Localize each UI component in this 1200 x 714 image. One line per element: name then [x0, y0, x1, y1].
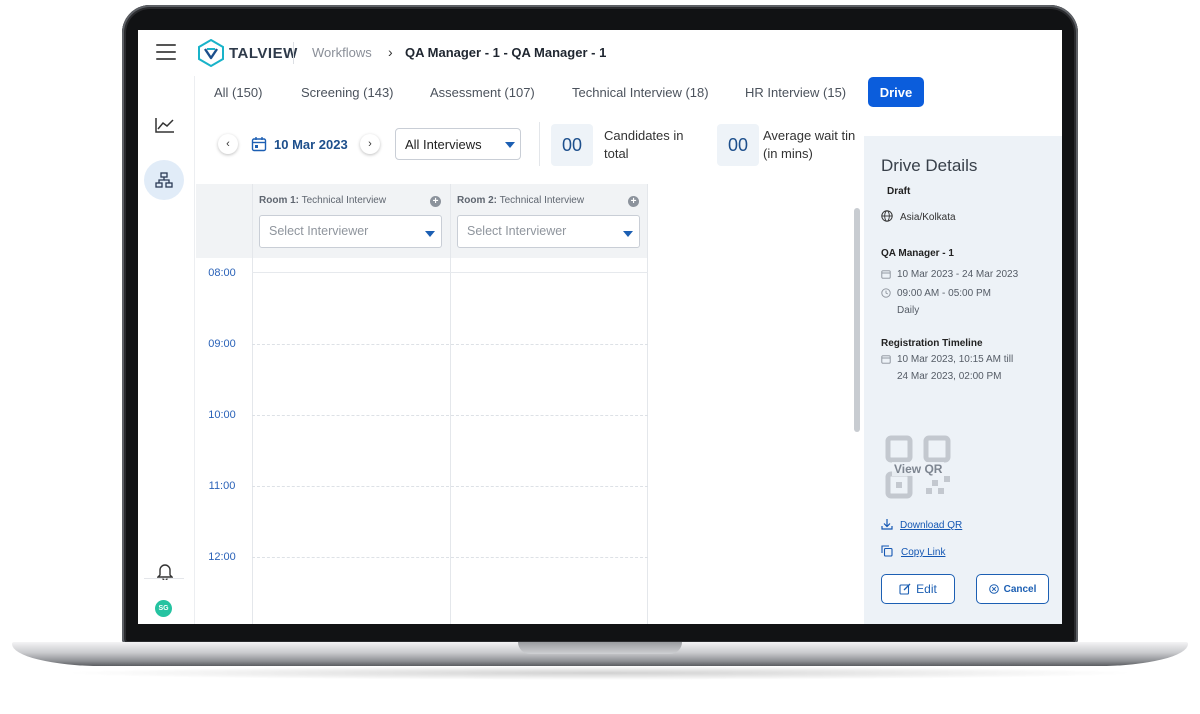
interview-filter-select[interactable]: All Interviews [395, 128, 521, 160]
vertical-scrollbar[interactable] [854, 208, 860, 432]
laptop-notch [518, 642, 682, 654]
talview-logo-icon [198, 39, 224, 67]
caret-down-icon [623, 231, 633, 237]
room-1-prefix: Room 1: [259, 195, 299, 206]
room-1-type: Technical Interview [301, 195, 387, 206]
hour-line [252, 486, 648, 487]
candidates-label-line2: total [604, 146, 629, 161]
add-room-2-plus-icon[interactable]: + [628, 196, 639, 207]
registration-heading: Registration Timeline [881, 338, 983, 349]
calendar-icon [251, 137, 267, 152]
hour-line [252, 344, 648, 345]
candidates-label-line1: Candidates in [604, 128, 684, 143]
current-date[interactable]: 10 Mar 2023 [274, 137, 348, 152]
breadcrumb-current: QA Manager - 1 - QA Manager - 1 [405, 45, 607, 60]
previous-date-button[interactable]: ‹ [218, 134, 238, 154]
drive-details-panel: Drive Details Draft Asia/Kolkata QA Mana… [864, 136, 1062, 624]
tab-technical-interview[interactable]: Technical Interview (18) [572, 77, 709, 100]
column-divider [450, 184, 451, 624]
caret-down-icon [425, 231, 435, 237]
download-icon [881, 519, 893, 530]
room-2-interviewer-placeholder: Select Interviewer [467, 224, 567, 238]
stats-divider [539, 122, 540, 166]
hour-line [252, 557, 648, 558]
hour-line [252, 415, 648, 416]
average-wait-count: 00 [717, 124, 759, 166]
room-1-interviewer-placeholder: Select Interviewer [269, 224, 369, 238]
room-1-interviewer-select[interactable]: Select Interviewer [259, 215, 442, 248]
interview-filter-value: All Interviews [405, 137, 482, 152]
laptop-shadow [60, 666, 1140, 680]
time-slot-label: 09:00 [208, 338, 236, 350]
registration-start: 10 Mar 2023, 10:15 AM till [897, 354, 1014, 365]
drive-date-range: 10 Mar 2023 - 24 Mar 2023 [897, 269, 1019, 280]
drive-details-title: Drive Details [881, 156, 978, 175]
room-1-label: Room 1: Technical Interview [259, 195, 386, 206]
download-qr-link[interactable]: Download QR [900, 520, 962, 531]
cancel-circle-icon [988, 584, 999, 594]
clock-icon [881, 288, 891, 298]
calendar-icon [881, 355, 891, 364]
next-date-button[interactable]: › [360, 134, 380, 154]
drive-frequency: Daily [897, 305, 920, 316]
tab-hr-interview[interactable]: HR Interview (15) [745, 77, 846, 100]
drive-name: QA Manager - 1 [881, 248, 954, 259]
copy-icon [881, 545, 893, 557]
time-slot-label: 12:00 [208, 551, 236, 563]
tab-assessment[interactable]: Assessment (107) [430, 77, 535, 100]
room-2-interviewer-select[interactable]: Select Interviewer [457, 215, 640, 248]
column-divider [252, 184, 253, 624]
hour-line [252, 272, 648, 273]
notification-bell-icon[interactable] [152, 558, 178, 584]
edit-button[interactable]: Edit [881, 574, 955, 604]
candidates-label: Candidates in total [604, 127, 684, 163]
cancel-button-label: Cancel [1003, 583, 1037, 595]
chevron-left-icon: ‹ [226, 138, 230, 150]
menu-icon[interactable] [156, 44, 176, 60]
top-bar: TALVIEW Workflows › QA Manager - 1 - QA … [138, 30, 1062, 76]
left-sidebar: SG [138, 76, 195, 624]
brand-name: TALVIEW [229, 44, 298, 62]
tab-drive[interactable]: Drive [868, 77, 924, 107]
tab-screening[interactable]: Screening (143) [301, 77, 394, 100]
time-slot-label: 11:00 [208, 480, 236, 492]
view-qr-label[interactable]: View QR [892, 462, 945, 476]
candidates-count: 00 [551, 124, 593, 166]
analytics-chart-icon[interactable] [152, 112, 178, 138]
breadcrumb-chevron-icon: › [388, 44, 393, 60]
drive-time-range: 09:00 AM - 05:00 PM [897, 288, 991, 299]
room-2-prefix: Room 2: [457, 195, 497, 206]
tab-all[interactable]: All (150) [214, 77, 262, 100]
cancel-button[interactable]: Cancel [976, 574, 1049, 604]
edit-pencil-icon [899, 583, 911, 595]
time-slot-label: 10:00 [208, 409, 236, 421]
chevron-right-icon: › [368, 138, 372, 150]
room-2-label: Room 2: Technical Interview [457, 195, 584, 206]
average-wait-label-line1: Average wait tin [763, 128, 856, 143]
workflow-hierarchy-icon[interactable] [144, 160, 184, 200]
drive-timezone: Asia/Kolkata [900, 212, 956, 223]
registration-end: 24 Mar 2023, 02:00 PM [897, 371, 1002, 382]
copy-link[interactable]: Copy Link [901, 547, 945, 558]
globe-icon [881, 210, 893, 222]
average-wait-label: Average wait tin (in mins) [763, 127, 855, 163]
add-room-1-plus-icon[interactable]: + [430, 196, 441, 207]
average-wait-label-line2: (in mins) [763, 146, 813, 161]
edit-button-label: Edit [916, 582, 937, 596]
drive-status: Draft [887, 186, 911, 197]
breadcrumb-workflows[interactable]: Workflows [312, 45, 372, 60]
user-avatar[interactable]: SG [155, 600, 172, 617]
time-slot-label: 08:00 [208, 267, 236, 279]
schedule-grid: Room 1: Technical Interview + Select Int… [196, 184, 648, 624]
column-divider [647, 184, 648, 624]
room-2-type: Technical Interview [499, 195, 585, 206]
header-divider [293, 42, 294, 64]
app-screen: TALVIEW Workflows › QA Manager - 1 - QA … [138, 30, 1062, 624]
caret-down-icon [505, 142, 515, 148]
brand-logo[interactable]: TALVIEW [198, 38, 298, 68]
calendar-icon [881, 270, 891, 279]
